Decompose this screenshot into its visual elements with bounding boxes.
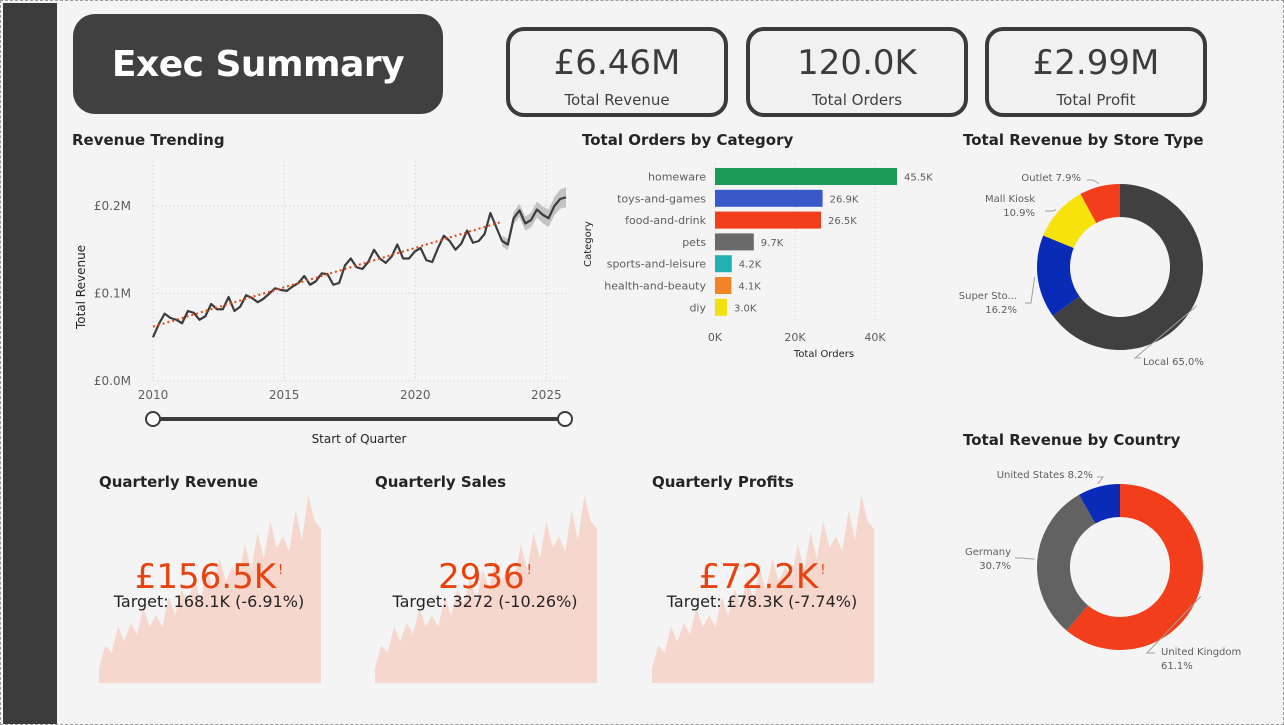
bar-pets[interactable]: [715, 233, 754, 251]
bar-data-label: 9.7K: [761, 238, 784, 249]
bar-homeware[interactable]: [715, 168, 897, 185]
bar-data-label: 45.5K: [904, 173, 933, 184]
slice-label: United Kingdom: [1161, 647, 1241, 658]
orders-by-category-chart[interactable]: 0K 20K 40K Total Orders Category homeware 45.5…: [576, 153, 946, 368]
warning-indicator-icon: !: [526, 563, 532, 578]
quarterly-revenue-value[interactable]: £156.5K!: [99, 557, 319, 597]
title-banner: Exec Summary: [73, 14, 443, 114]
total-profit-label: Total Profit: [1056, 91, 1136, 109]
slice-label: Local 65.0%: [1143, 357, 1204, 368]
total-orders-label: Total Orders: [811, 91, 903, 109]
quarterly-sales-title: Quarterly Sales: [375, 473, 507, 491]
bar-data-label: 4.1K: [738, 282, 761, 293]
x-tick-label: 0K: [708, 331, 723, 344]
x-axis-title: Total Orders: [793, 349, 854, 360]
bar-diy[interactable]: [715, 298, 727, 316]
revenue-trending-title: Revenue Trending: [72, 131, 225, 149]
bar-data-label: 3.0K: [734, 303, 757, 314]
slice-label: United States 8.2%: [997, 470, 1093, 481]
total-revenue-label: Total Revenue: [564, 91, 670, 109]
quarterly-profits-target: Target: £78.3K (-7.74%): [666, 592, 858, 611]
x-tick-label: 2020: [400, 388, 431, 402]
bar-data-label: 26.5K: [828, 216, 857, 227]
slice-value-label: 16.2%: [985, 305, 1017, 316]
quarterly-sales-target: Target: 3272 (-10.26%): [392, 592, 578, 611]
y-tick-label: £0.1M: [94, 287, 131, 301]
leader-line: [1045, 209, 1057, 212]
category-label: sports-and-leisure: [607, 258, 707, 271]
quarterly-sales-value[interactable]: 2936!: [375, 557, 595, 597]
y-axis-title: Category: [583, 221, 594, 267]
slice-label: Mall Kiosk: [985, 194, 1035, 205]
slice-value-label: 10.9%: [1003, 208, 1035, 219]
category-label: homeware: [648, 171, 706, 184]
slice-value-label: 61.1%: [1161, 661, 1193, 672]
slider-end-handle[interactable]: [557, 411, 573, 427]
total-profit-value: £2.99M: [1032, 43, 1160, 83]
leader-line: [1097, 476, 1104, 485]
bar-health-and-beauty[interactable]: [715, 277, 732, 294]
total-revenue-value: £6.46M: [553, 43, 681, 83]
y-tick-label: £0.2M: [94, 199, 131, 213]
orders-by-category-title: Total Orders by Category: [582, 131, 794, 149]
slice-label: Super Sto...: [959, 291, 1017, 302]
page-title: Exec Summary: [111, 43, 405, 85]
quarterly-profits-value[interactable]: £72.2K!: [652, 557, 872, 597]
report-canvas: Exec Summary £6.46M Total Revenue 120.0K…: [0, 0, 1284, 725]
leader-line: [1025, 277, 1036, 304]
total-orders-value: 120.0K: [797, 43, 917, 83]
x-tick-label: 2010: [138, 388, 169, 402]
slice-label: Germany: [965, 547, 1011, 558]
leader-line: [1015, 557, 1035, 560]
revenue-by-country-chart[interactable]: United Kingdom 61.1% Germany 30.7% United St…: [953, 453, 1253, 683]
revenue-by-store-title: Total Revenue by Store Type: [963, 131, 1204, 149]
quarterly-revenue-title: Quarterly Revenue: [99, 473, 259, 491]
category-label: health-and-beauty: [604, 280, 706, 293]
bar-data-label: 26.9K: [830, 194, 859, 205]
revenue-by-store-chart[interactable]: Local 65.0% Super Sto... 16.2% Mall Kiosk 10…: [953, 153, 1253, 383]
warning-indicator-icon: !: [278, 563, 284, 578]
x-tick-label: 2015: [269, 388, 300, 402]
category-label: food-and-drink: [625, 214, 706, 227]
bar-toys-and-games[interactable]: [715, 189, 823, 207]
category-label: diy: [689, 301, 706, 314]
x-tick-label: 20K: [784, 331, 806, 344]
revenue-trending-chart[interactable]: £0.0M £0.1M £0.2M 2010 2015 2020 2025 Total Rev…: [61, 151, 591, 451]
x-tick-label: 2025: [531, 388, 562, 402]
bar-food-and-drink[interactable]: [715, 211, 821, 229]
leader-line: [1087, 179, 1100, 185]
total-orders-card[interactable]: 120.0K Total Orders: [746, 27, 968, 117]
slice-value-label: 30.7%: [979, 561, 1011, 572]
slider-start-handle[interactable]: [145, 411, 161, 427]
bar-sports-and-leisure[interactable]: [715, 255, 732, 273]
forecast-band: [502, 187, 566, 251]
revenue-by-country-title: Total Revenue by Country: [963, 431, 1181, 449]
total-revenue-card[interactable]: £6.46M Total Revenue: [506, 27, 728, 117]
quarterly-revenue-target: Target: 168.1K (-6.91%): [113, 592, 305, 611]
quarterly-profits-title: Quarterly Profits: [652, 473, 794, 491]
total-profit-card[interactable]: £2.99M Total Profit: [985, 27, 1207, 117]
category-label: toys-and-games: [617, 192, 706, 205]
x-tick-label: 40K: [864, 331, 886, 344]
bar-data-label: 4.2K: [739, 260, 762, 271]
slice-label: Outlet 7.9%: [1021, 173, 1081, 184]
y-tick-label: £0.0M: [94, 374, 131, 388]
category-label: pets: [682, 236, 706, 249]
warning-indicator-icon: !: [820, 563, 826, 578]
slider-label: Start of Quarter: [312, 432, 407, 446]
y-axis-title: Total Revenue: [74, 245, 88, 330]
left-navigation-bar: [3, 3, 57, 724]
revenue-series-line[interactable]: [151, 196, 567, 338]
